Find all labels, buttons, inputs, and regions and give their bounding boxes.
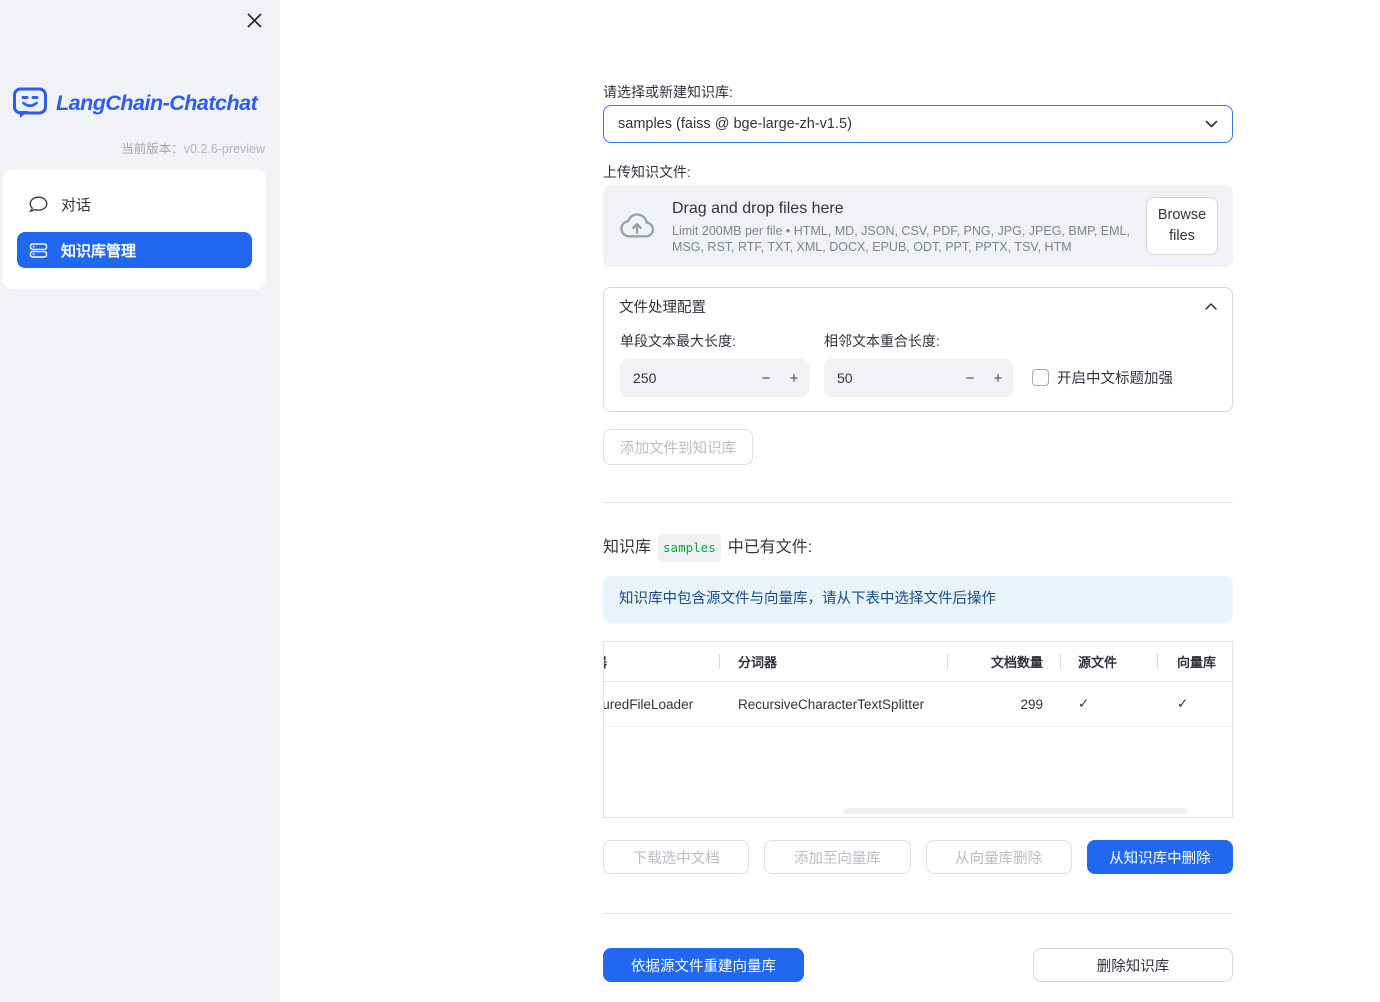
zh-title-enhance-label: 开启中文标题加强 [1057,371,1173,387]
chunk-size-value: 250 [633,370,657,386]
cell-source-file-check: ✓ [1078,696,1090,711]
browse-files-button[interactable]: Browse files [1146,197,1218,255]
divider [603,502,1233,503]
zh-title-enhance-checkbox-row[interactable]: 开启中文标题加强 [1032,367,1173,388]
kb-management-page: 请选择或新建知识库: samples (faiss @ bge-large-zh… [603,0,1233,982]
chunk-size-increment-button[interactable]: + [780,370,808,387]
delete-from-vector-store-button[interactable]: 从向量库删除 [925,840,1072,874]
overlap-size-input[interactable]: 50 − + [824,359,1013,397]
version-label: 当前版本： [121,142,184,156]
add-to-vector-store-button[interactable]: 添加至向量库 [764,840,911,874]
kb-files-prefix: 知识库 [603,539,652,556]
kb-select[interactable]: samples (faiss @ bge-large-zh-v1.5) [603,105,1233,143]
stacked-disks-icon [29,242,48,258]
kb-name-code: samples [658,534,721,562]
divider [603,913,1233,914]
dropzone-text: Drag and drop files here Limit 200MB per… [672,197,1130,255]
dropzone-title: Drag and drop files here [672,200,844,217]
kb-select-label: 请选择或新建知识库: [603,84,733,100]
sidebar-item-label: 对话 [61,196,92,214]
app-logo: LangChain-Chatchat [12,86,270,120]
table-horizontal-scrollbar[interactable] [842,808,1189,814]
cell-loader: UnstructuredFileLoader [604,696,694,712]
cloud-upload-icon [620,213,655,238]
sidebar-item-label: 知识库管理 [61,242,137,260]
chunk-size-label: 单段文本最大长度: [620,333,736,349]
table-header-vector-store[interactable]: 向量库 [1158,642,1232,681]
file-config-expander: 文件处理配置 单段文本最大长度: 250 − + 相邻文本重合长度: 50 − … [603,287,1233,412]
table-header-source-file[interactable]: 源文件 [1061,642,1158,681]
info-banner: 知识库中包含源文件与向量库，请从下表中选择文件后操作 [603,576,1233,623]
upload-label: 上传知识文件: [603,164,691,180]
chat-bubble-icon [29,196,48,212]
overlap-size-increment-button[interactable]: + [984,370,1012,387]
download-selected-docs-button[interactable]: 下载选中文档 [603,840,750,874]
cell-splitter: RecursiveCharacterTextSplitter [738,696,925,712]
sidebar-item-knowledge-base[interactable]: 知识库管理 [17,232,252,268]
add-files-to-kb-button[interactable]: 添加文件到知识库 [603,429,753,465]
overlap-size-decrement-button[interactable]: − [956,370,984,387]
kb-files-heading: 知识库 samples 中已有文件: [603,534,1233,562]
logo-text: LangChain-Chatchat [56,90,258,115]
overlap-size-value: 50 [837,370,853,386]
close-icon [247,13,261,27]
file-action-buttons: 下载选中文档 添加至向量库 从向量库删除 从知识库中删除 [603,840,1233,874]
delete-from-kb-button[interactable]: 从知识库中删除 [1086,840,1233,874]
file-config-body: 单段文本最大长度: 250 − + 相邻文本重合长度: 50 − + 开启中文标… [604,325,1232,411]
kb-level-buttons: 依据源文件重建向量库 删除知识库 [603,948,1233,982]
sidebar-close-button[interactable] [240,6,268,34]
chevron-down-icon [1205,120,1218,128]
sidebar-menu: 对话 知识库管理 [3,169,266,289]
file-config-expander-header[interactable]: 文件处理配置 [604,288,1232,325]
cell-vector-store-check: ✓ [1177,696,1189,711]
checkbox-unchecked-icon[interactable] [1032,369,1049,386]
sidebar: LangChain-Chatchat 当前版本：v0.2.6-preview 对… [0,0,280,1002]
kb-files-table[interactable]: 加载器 分词器 文档数量 源文件 向量库 UnstructuredFileLoa… [603,641,1233,818]
delete-kb-button[interactable]: 删除知识库 [1033,948,1233,982]
rebuild-vector-store-button[interactable]: 依据源文件重建向量库 [603,948,804,982]
overlap-size-label: 相邻文本重合长度: [824,333,940,349]
chunk-size-input[interactable]: 250 − + [620,359,809,397]
table-header-row: 加载器 分词器 文档数量 源文件 向量库 [604,642,1232,682]
sidebar-item-chat[interactable]: 对话 [17,186,252,222]
kb-select-value: samples (faiss @ bge-large-zh-v1.5) [618,116,852,132]
table-row[interactable]: UnstructuredFileLoader RecursiveCharacte… [604,682,1232,727]
table-header-loader[interactable]: 加载器 [604,642,720,681]
version-line: 当前版本：v0.2.6-preview [121,138,265,157]
kb-files-suffix: 中已有文件: [727,539,813,556]
chunk-size-decrement-button[interactable]: − [752,370,780,387]
cell-doc-count: 299 [1020,696,1043,712]
table-header-splitter[interactable]: 分词器 [720,642,948,681]
table-header-doc-count[interactable]: 文档数量 [948,642,1061,681]
file-dropzone[interactable]: Drag and drop files here Limit 200MB per… [603,185,1233,267]
logo-chat-smiley-icon [13,87,47,118]
chevron-up-icon [1205,303,1217,310]
dropzone-limit-text: Limit 200MB per file • HTML, MD, JSON, C… [672,224,1130,254]
version-value: v0.2.6-preview [183,142,265,156]
file-config-title: 文件处理配置 [619,300,706,316]
